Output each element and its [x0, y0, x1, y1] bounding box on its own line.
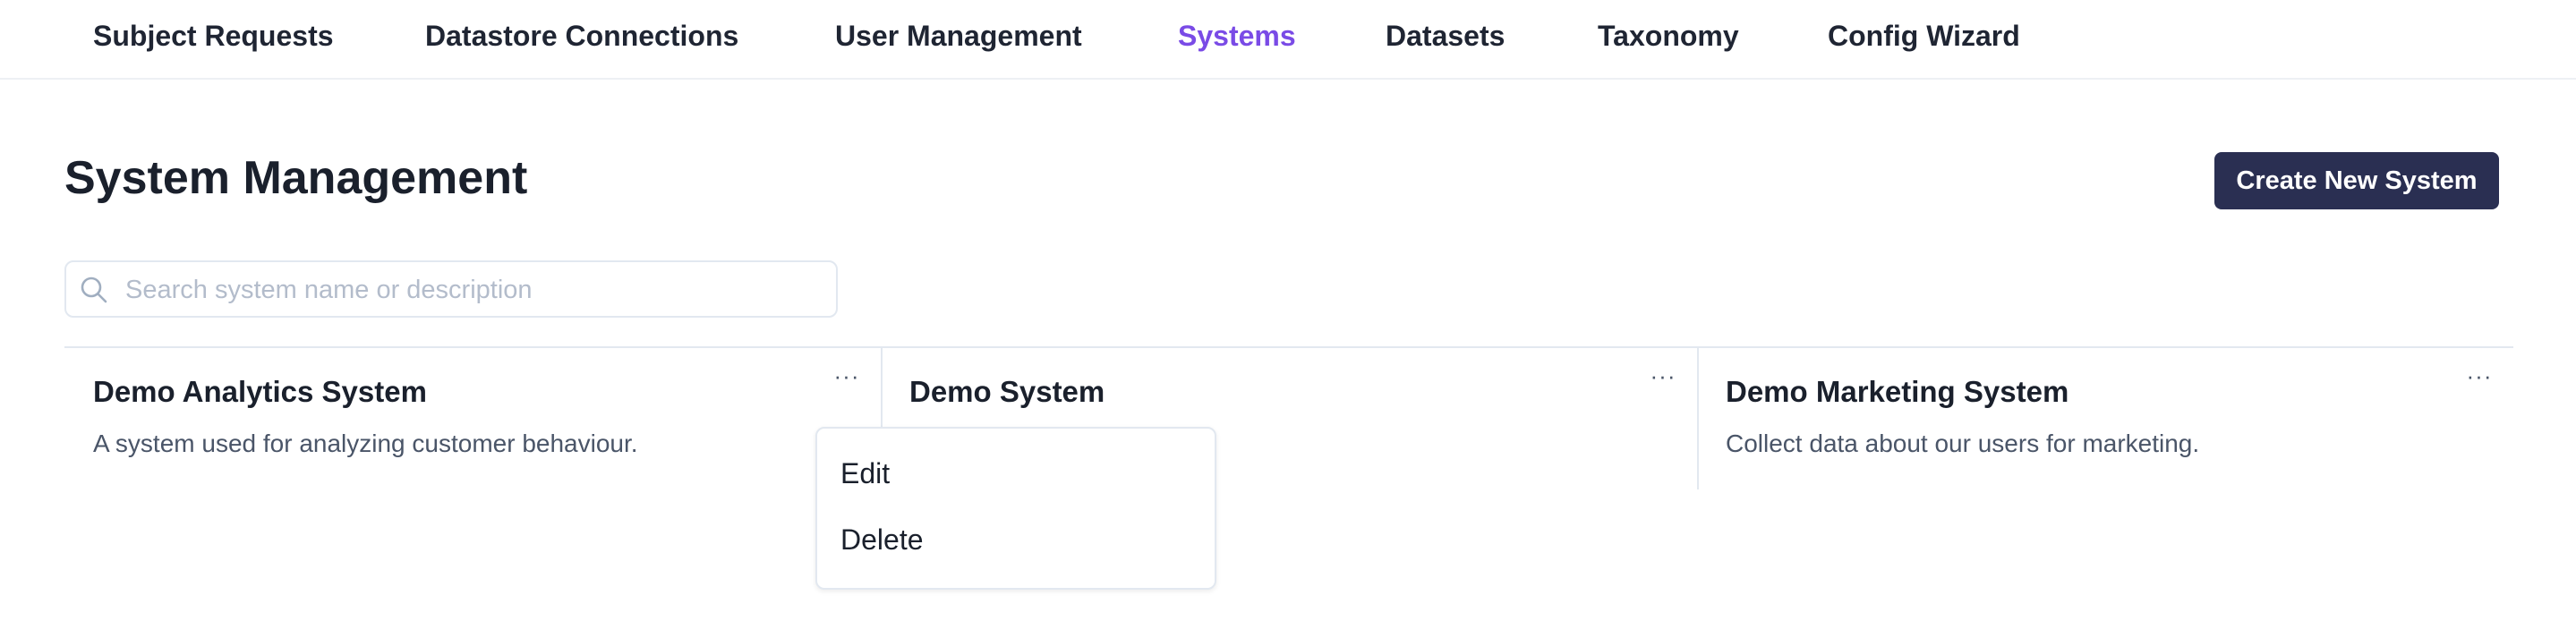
nav-taxonomy[interactable]: Taxonomy [1598, 20, 1739, 53]
nav-user-management[interactable]: User Management [835, 20, 1082, 53]
system-card[interactable]: Demo Marketing System Collect data about… [1697, 348, 2513, 491]
page-title: System Management [64, 152, 528, 204]
search-box[interactable] [64, 260, 838, 318]
system-name: Demo Marketing System [1726, 375, 2069, 408]
system-context-menu: Edit Delete [815, 427, 1216, 590]
nav-datasets[interactable]: Datasets [1386, 20, 1505, 53]
system-description: Collect data about our users for marketi… [1726, 430, 2200, 457]
more-options-button[interactable]: ··· [2460, 362, 2499, 398]
more-options-button[interactable]: ··· [1643, 362, 1683, 398]
more-options-button[interactable]: ··· [827, 362, 866, 398]
search-input[interactable] [124, 268, 825, 312]
search-icon [79, 275, 109, 305]
nav-datastore-connections[interactable]: Datastore Connections [425, 20, 738, 53]
system-description: A system used for analyzing customer beh… [93, 430, 638, 457]
menu-item-delete[interactable]: Delete [840, 523, 924, 557]
system-name: Demo System [909, 375, 1105, 408]
system-name: Demo Analytics System [93, 375, 427, 408]
create-new-system-button[interactable]: Create New System [2214, 152, 2499, 209]
nav-config-wizard[interactable]: Config Wizard [1828, 20, 2020, 53]
top-navigation: Subject Requests Datastore Connections U… [0, 0, 2576, 80]
nav-systems[interactable]: Systems [1178, 20, 1296, 53]
menu-item-edit[interactable]: Edit [840, 457, 890, 490]
nav-subject-requests[interactable]: Subject Requests [93, 20, 334, 53]
system-card[interactable]: Demo Analytics System A system used for … [64, 348, 881, 491]
